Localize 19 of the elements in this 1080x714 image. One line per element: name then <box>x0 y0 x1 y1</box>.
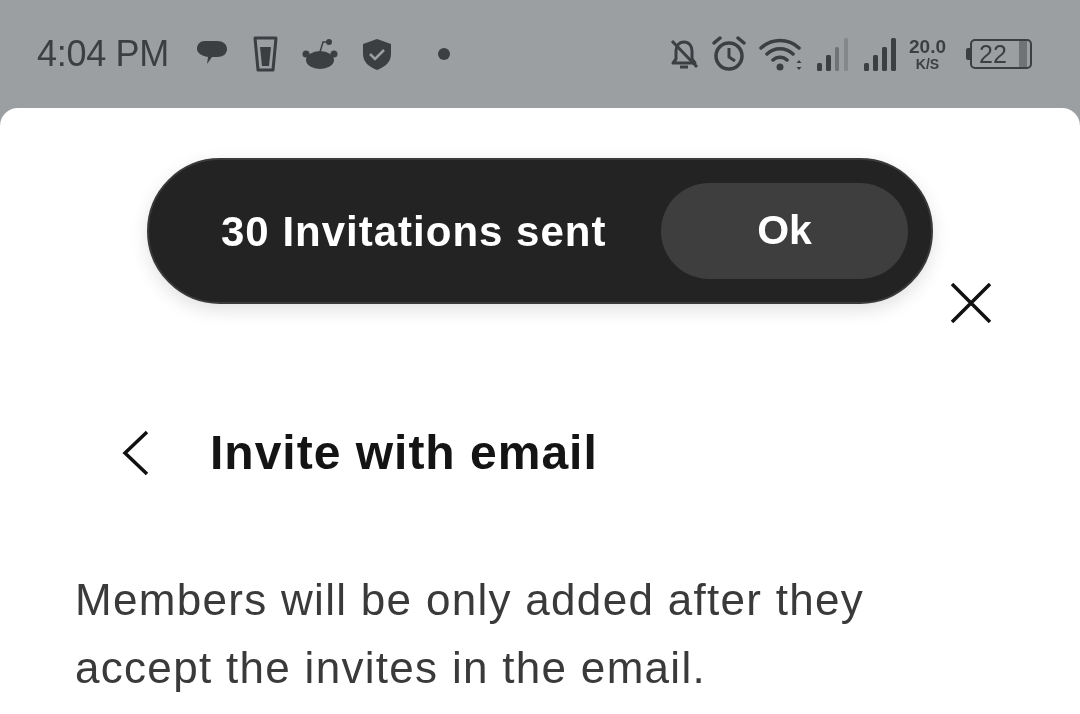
robot-head-icon <box>301 38 338 70</box>
network-speed: 20.0 <box>909 37 946 56</box>
network-speed-unit: K/S <box>914 57 941 71</box>
sheet-title: Invite with email <box>210 428 598 479</box>
ok-button[interactable]: Ok <box>661 183 908 279</box>
signal-icon <box>863 37 897 71</box>
wifi-icon <box>759 36 803 72</box>
signal-icon <box>815 37 851 71</box>
close-button[interactable] <box>950 283 992 323</box>
cup-icon <box>252 36 278 72</box>
dot-icon <box>437 48 450 60</box>
bell-off-icon <box>669 37 699 71</box>
battery-indicator: 22 <box>966 39 1032 69</box>
shield-check-icon <box>361 38 392 70</box>
status-time: 4:04 PM <box>37 36 169 72</box>
back-button[interactable] <box>122 430 150 477</box>
toast-message: 30 Invitations sent <box>221 206 607 257</box>
description-text: Members will be only added after they accept the invites in the email. <box>75 574 866 695</box>
alarm-clock-icon <box>711 36 747 72</box>
